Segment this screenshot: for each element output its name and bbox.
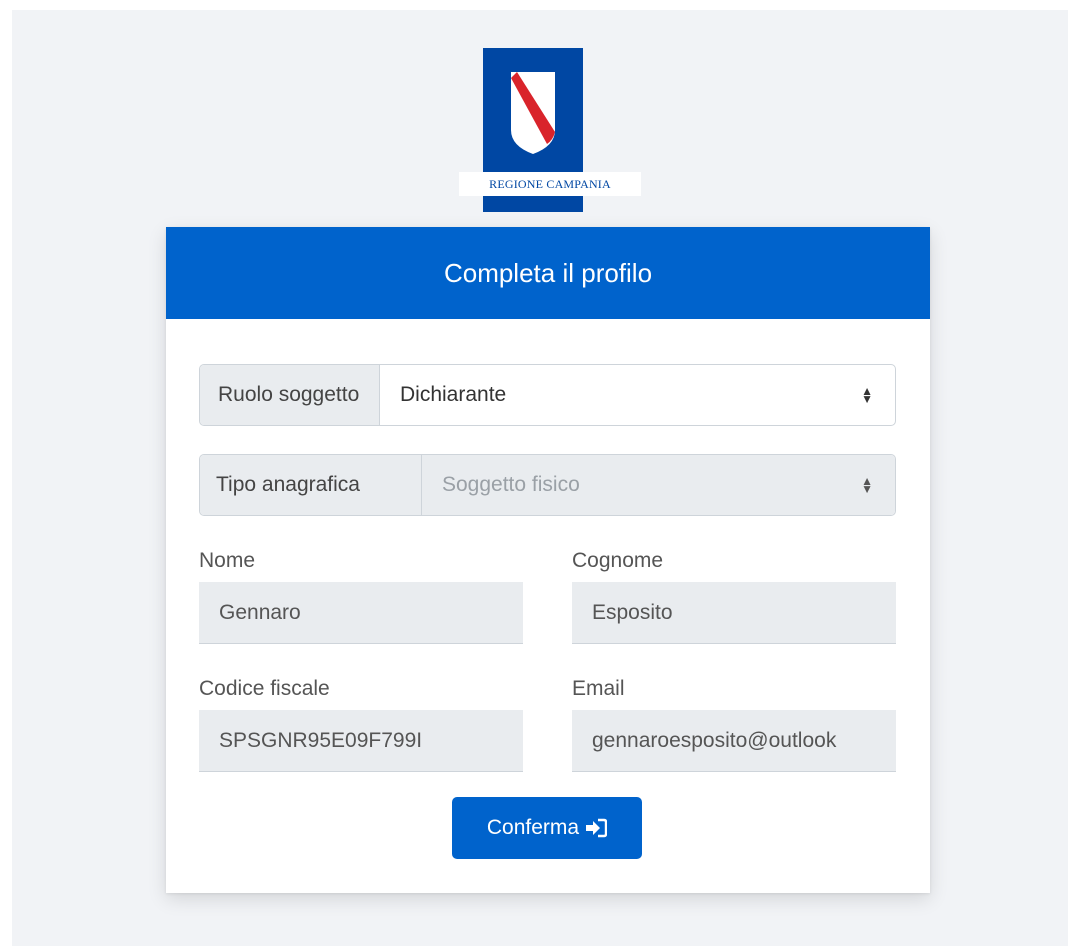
nome-label: Nome	[199, 549, 256, 572]
coat-of-arms-icon	[511, 72, 555, 154]
codice-fiscale-field[interactable]: SPSGNR95E09F799I	[199, 710, 523, 772]
confirm-button-label: Conferma	[486, 816, 580, 839]
logo-text: REGIONE CAMPANIA	[459, 172, 641, 196]
profile-card: Completa il profilo Ruolo soggetto Dichi…	[166, 227, 930, 893]
select-caret-icon: ▲ ▼	[861, 474, 873, 496]
email-label: Email	[572, 677, 625, 700]
sign-in-icon	[585, 818, 608, 838]
tipo-anagrafica-value: Soggetto fisico	[442, 473, 580, 496]
card-title: Completa il profilo	[166, 227, 930, 319]
select-caret-icon: ▲ ▼	[861, 384, 873, 406]
tipo-anagrafica-select[interactable]: Soggetto fisico ▲ ▼	[422, 455, 895, 515]
email-field[interactable]: gennaroesposito@outlook	[572, 710, 896, 772]
ruolo-soggetto-value: Dichiarante	[400, 383, 507, 406]
ruolo-soggetto-group: Ruolo soggetto Dichiarante ▲ ▼	[199, 364, 896, 426]
nome-field[interactable]: Gennaro	[199, 582, 523, 644]
confirm-button[interactable]: Conferma	[452, 797, 642, 859]
codice-fiscale-label: Codice fiscale	[199, 677, 330, 700]
cognome-field[interactable]: Esposito	[572, 582, 896, 644]
tipo-anagrafica-group: Tipo anagrafica Soggetto fisico ▲ ▼	[199, 454, 896, 516]
ruolo-soggetto-select[interactable]: Dichiarante ▲ ▼	[380, 365, 895, 425]
regione-campania-logo: REGIONE CAMPANIA	[459, 48, 641, 212]
tipo-anagrafica-label: Tipo anagrafica	[200, 455, 422, 515]
ruolo-soggetto-label: Ruolo soggetto	[200, 365, 380, 425]
cognome-label: Cognome	[572, 549, 664, 572]
